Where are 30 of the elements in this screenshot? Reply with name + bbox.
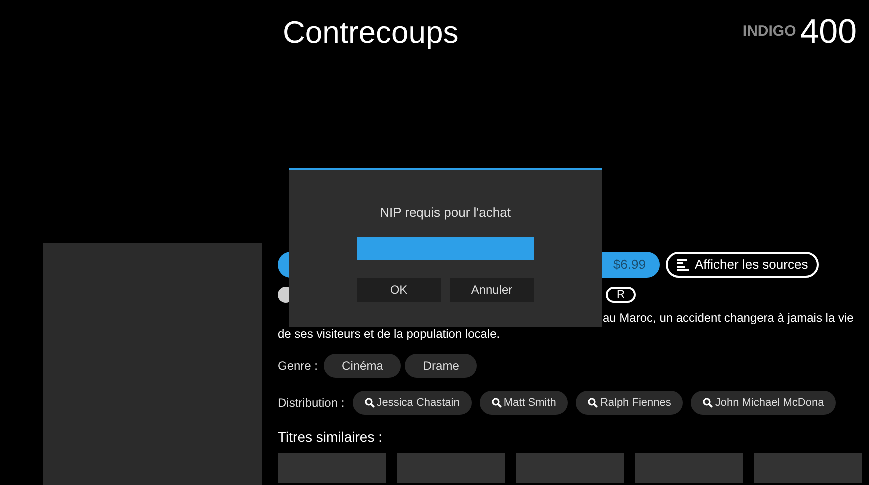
- points-count: 400: [800, 15, 857, 49]
- cast-label: Distribution :: [278, 395, 345, 412]
- title-thumbnail[interactable]: [278, 453, 386, 483]
- synopsis-text: de ses visiteurs et de la population locale.: [278, 326, 502, 342]
- logo-text: INDIGO: [742, 22, 796, 42]
- genre-label: Genre :: [278, 358, 318, 375]
- synopsis-text: au Maroc, un accident changera à jamais la vie: [603, 310, 854, 326]
- search-icon: [492, 398, 502, 408]
- genre-chip[interactable]: Drame: [405, 354, 478, 378]
- search-icon: [364, 398, 375, 408]
- dialog-title: NIP requis pour l'achat: [380, 204, 511, 222]
- cast-chip[interactable]: John Michael McDona: [691, 391, 836, 415]
- pin-field[interactable]: [357, 236, 534, 260]
- page-title: Contrecoups: [283, 16, 459, 48]
- cast-chip[interactable]: Matt Smith: [480, 391, 568, 415]
- sources-button[interactable]: Afficher les sources: [666, 252, 820, 278]
- title-thumbnail[interactable]: [754, 453, 862, 483]
- cast-chip[interactable]: Jessica Chastain: [352, 391, 472, 415]
- rating-badge: R: [606, 287, 636, 303]
- title-thumbnail[interactable]: [516, 453, 624, 483]
- dialog-button[interactable]: OK: [357, 278, 441, 302]
- cast-chip[interactable]: Ralph Fiennes: [576, 391, 684, 415]
- title-thumbnail[interactable]: [635, 453, 743, 483]
- dialog-button[interactable]: Annuler: [450, 278, 534, 302]
- title-thumbnail[interactable]: [397, 453, 505, 483]
- search-icon: [703, 398, 714, 408]
- similar-heading: Titres similaires :: [278, 428, 384, 447]
- search-icon: [588, 398, 598, 408]
- list-icon: [677, 259, 689, 271]
- genre-chip[interactable]: Cinéma: [324, 354, 402, 378]
